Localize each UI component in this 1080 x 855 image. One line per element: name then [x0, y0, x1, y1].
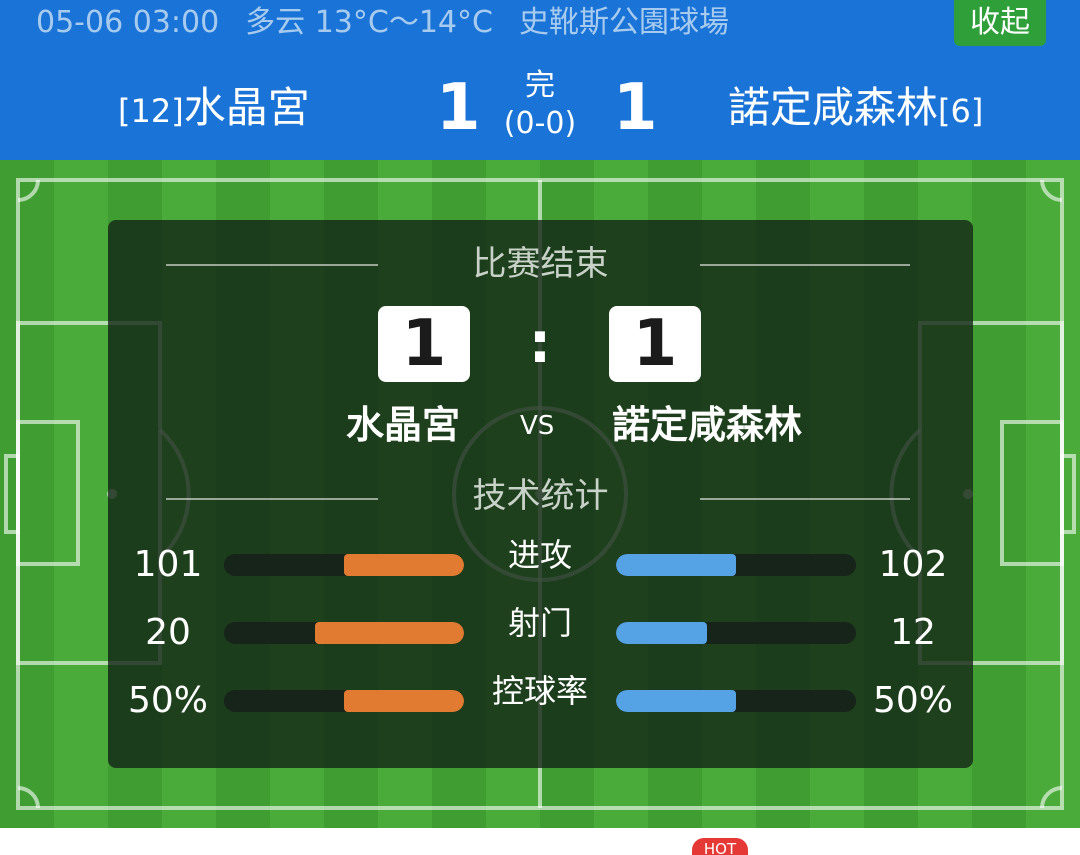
away-score-box: 1	[609, 306, 701, 382]
away-stat-fill	[616, 622, 708, 644]
divider-line	[700, 498, 910, 500]
pitch-background: 比赛结束 1 : 1 水晶宮 VS 諾定咸森林 技术统计 101 进攻 102 …	[0, 160, 1080, 828]
match-info-line: 05-06 03:00 多云 13°C～14°C 史靴斯公園球場	[36, 0, 755, 46]
away-stat-fill	[616, 554, 736, 576]
away-stat-bar	[616, 690, 856, 712]
match-header: 05-06 03:00 多云 13°C～14°C 史靴斯公園球場 收起 [12]水晶…	[0, 0, 1080, 160]
away-stat-value: 50%	[872, 680, 953, 721]
stat-label: 控球率	[491, 672, 588, 710]
home-team-rank: [12]	[118, 92, 184, 130]
stats-title: 技术统计	[472, 476, 609, 516]
match-status-label: 完	[525, 68, 555, 103]
away-score: 1	[613, 71, 658, 145]
score-separator: :	[528, 311, 552, 376]
match-detail-screen: 05-06 03:00 多云 13°C～14°C 史靴斯公園球場 收起 [12]水晶…	[0, 0, 1080, 855]
stat-label: 进攻	[507, 536, 572, 574]
halftime-score: (0-0)	[503, 106, 577, 141]
home-score: 1	[436, 71, 481, 145]
home-stat-bar	[224, 622, 464, 644]
home-stat-bar	[224, 554, 464, 576]
stat-row-shots: 20 射门 12	[108, 604, 973, 658]
stat-row-possession: 50% 控球率 50%	[108, 672, 973, 726]
stat-row-attacks: 101 进攻 102	[108, 536, 973, 590]
home-stat-value: 20	[145, 612, 191, 653]
match-weather: 多云 13°C～14°C	[245, 5, 493, 40]
collapse-button[interactable]: 收起	[954, 0, 1046, 46]
match-status: 完 (0-0)	[490, 66, 590, 142]
home-team[interactable]: [12]水晶宮	[118, 80, 310, 139]
away-stat-value: 102	[878, 544, 948, 585]
home-stat-value: 50%	[127, 680, 208, 721]
divider-line	[700, 264, 910, 266]
vs-label: VS	[520, 411, 555, 441]
home-stat-value: 101	[133, 544, 203, 585]
away-team[interactable]: 諾定咸森林[6]	[728, 80, 983, 139]
panel-away-team: 諾定咸森林	[612, 403, 803, 447]
home-team-name: 水晶宮	[183, 83, 310, 132]
match-datetime: 05-06 03:00	[36, 5, 220, 40]
away-team-name: 諾定咸森林	[728, 83, 939, 132]
away-team-rank: [6]	[938, 92, 984, 130]
match-venue: 史靴斯公園球場	[518, 5, 729, 40]
away-stat-bar	[616, 622, 856, 644]
match-summary-panel: 比赛结束 1 : 1 水晶宮 VS 諾定咸森林 技术统计 101 进攻 102 …	[108, 220, 973, 768]
home-stat-fill	[315, 622, 464, 644]
hot-badge: HOT	[692, 838, 748, 855]
home-stat-fill	[344, 554, 464, 576]
stat-label: 射门	[507, 604, 572, 642]
home-score-box: 1	[378, 306, 470, 382]
panel-home-team: 水晶宮	[346, 403, 461, 447]
home-stat-fill	[344, 690, 464, 712]
away-stat-value: 12	[890, 612, 936, 653]
away-stat-fill	[616, 690, 736, 712]
away-stat-bar	[616, 554, 856, 576]
home-stat-bar	[224, 690, 464, 712]
